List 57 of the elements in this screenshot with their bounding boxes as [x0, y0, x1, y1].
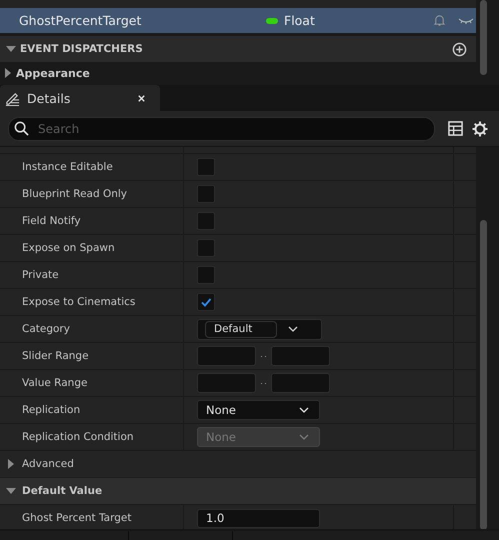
checkbox[interactable]: [197, 158, 215, 176]
property-label: Replication: [22, 404, 80, 416]
category-value[interactable]: Default: [205, 320, 277, 338]
category-title: Appearance: [16, 66, 90, 80]
bell-icon[interactable]: [433, 14, 446, 27]
checkbox[interactable]: [197, 266, 215, 284]
property-label: Ghost Percent Target: [22, 512, 132, 524]
variable-type: Float: [284, 13, 316, 28]
range-min-field[interactable]: [197, 346, 256, 366]
scrollbar-thumb[interactable]: [480, 220, 487, 529]
range-max-field[interactable]: [271, 373, 330, 393]
list-row[interactable]: [0, 0, 476, 8]
chevron-down-icon: [299, 434, 309, 440]
variable-name: GhostPercentTarget: [19, 13, 142, 28]
range-max-field[interactable]: [271, 346, 330, 366]
checkmark-icon: [200, 296, 212, 308]
dropdown[interactable]: None: [197, 400, 320, 420]
search-bar[interactable]: Search: [8, 116, 435, 140]
section-header[interactable]: EVENT DISPATCHERS: [0, 36, 476, 62]
section-title: Advanced: [22, 458, 74, 470]
variable-row[interactable]: GhostPercentTarget Float: [0, 8, 476, 33]
category-combo-box[interactable]: Default: [197, 318, 322, 340]
checkbox[interactable]: [197, 212, 215, 230]
chevron-down-icon: [299, 407, 309, 413]
add-icon[interactable]: [452, 42, 467, 56]
property-label: Field Notify: [22, 215, 81, 227]
expand-arrow-icon[interactable]: [6, 459, 16, 469]
details-tab[interactable]: Details: [0, 85, 160, 111]
chevron-down-icon: [288, 326, 298, 332]
property-label: Expose to Cinematics: [22, 296, 136, 308]
checkbox[interactable]: [197, 239, 215, 257]
eye-closed-icon[interactable]: [458, 16, 474, 24]
property-label: Replication Condition: [22, 431, 134, 443]
section-title: Default Value: [22, 485, 102, 497]
property-label: Blueprint Read Only: [22, 188, 128, 200]
float-type-icon: [266, 18, 278, 24]
table-icon[interactable]: [448, 121, 463, 136]
settings-icon[interactable]: [472, 120, 488, 136]
property-label: Value Range: [22, 377, 88, 389]
property-label: Instance Editable: [22, 161, 113, 173]
property-label: Category: [22, 323, 70, 335]
range-min-field[interactable]: [197, 373, 256, 393]
checkbox[interactable]: [197, 293, 215, 311]
checkbox[interactable]: [197, 185, 215, 203]
expand-arrow-icon: [3, 68, 13, 78]
close-icon[interactable]: [137, 94, 146, 102]
pencil-icon: [5, 90, 20, 106]
value-field[interactable]: 1.0: [197, 508, 320, 528]
expand-arrow-icon: [6, 44, 16, 54]
dropdown: None: [197, 427, 320, 447]
section-title: EVENT DISPATCHERS: [20, 43, 144, 55]
search-icon: [14, 121, 29, 136]
scrollbar-thumb[interactable]: [480, 0, 487, 75]
property-label: Private: [22, 269, 59, 281]
expand-arrow-icon[interactable]: [6, 486, 16, 496]
property-label: Slider Range: [22, 350, 89, 362]
property-label: Expose on Spawn: [22, 242, 115, 254]
